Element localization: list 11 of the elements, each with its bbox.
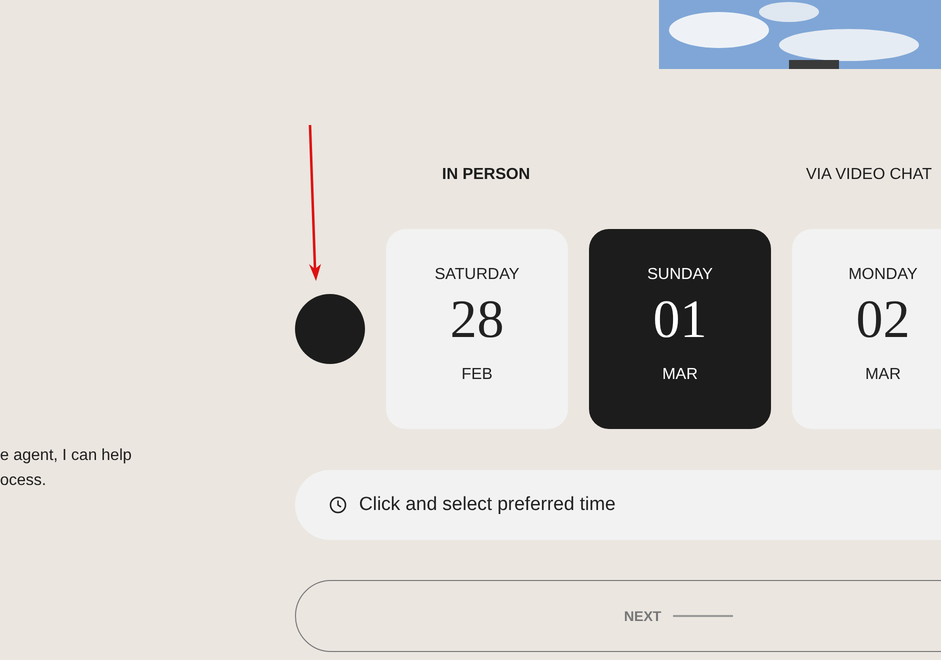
date-card[interactable]: MONDAY 02 MAR: [792, 229, 941, 429]
next-button[interactable]: NEXT: [295, 580, 941, 652]
date-card[interactable]: SATURDAY 28 FEB: [386, 229, 568, 429]
time-field[interactable]: Click and select preferred time: [295, 470, 941, 540]
clock-icon: [329, 496, 347, 514]
date-card[interactable]: SUNDAY 01 MAR: [589, 229, 771, 429]
intro-text: e agent, I can help: [0, 446, 133, 466]
mode-tab[interactable]: IN PERSON: [442, 163, 806, 187]
mode-tab[interactable]: VIA VIDEO CHAT: [806, 163, 932, 187]
intro-text: ocess.: [0, 471, 48, 491]
line-icon: [673, 615, 734, 617]
